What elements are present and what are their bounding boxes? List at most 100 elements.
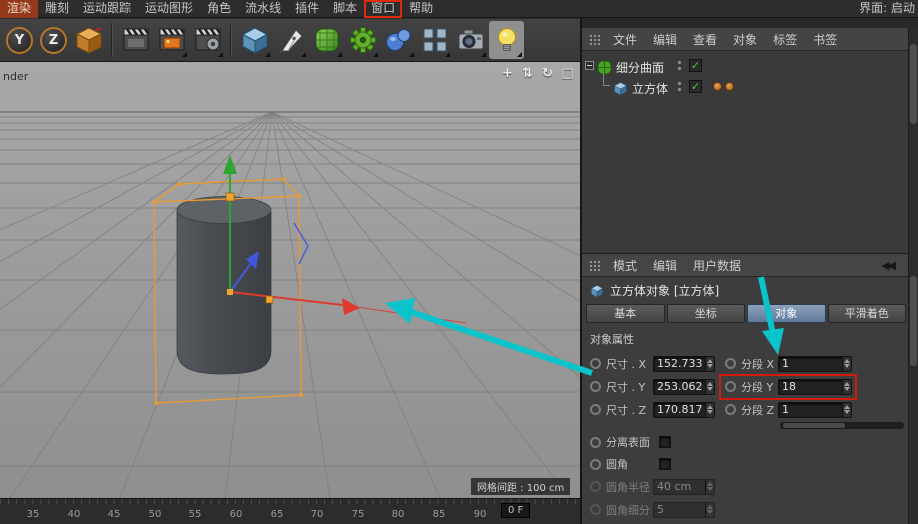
y-scale-handle[interactable] — [226, 193, 234, 201]
enable-checkbox[interactable]: ✓ — [689, 80, 702, 93]
toggle-view-icon[interactable]: □ — [560, 66, 575, 82]
om-menu-edit[interactable]: 编辑 — [645, 31, 685, 48]
stepper[interactable] — [842, 380, 851, 394]
render-picture-viewer-button[interactable] — [154, 21, 189, 59]
timeline-ruler[interactable]: 35 40 45 50 55 60 65 70 75 80 85 90 95 0… — [0, 498, 580, 524]
keyframe-dot[interactable] — [725, 404, 736, 415]
menu-item-motion-tracker[interactable]: 运动跟踪 — [76, 0, 138, 18]
menu-item-character[interactable]: 角色 — [200, 0, 238, 18]
x-scale-handle[interactable] — [266, 296, 273, 303]
coordinate-system-button[interactable] — [71, 21, 106, 59]
render-picture-viewer-icon — [157, 25, 187, 55]
stepper[interactable] — [705, 380, 714, 394]
expander-icon[interactable] — [585, 61, 594, 70]
am-menu-mode[interactable]: 模式 — [605, 257, 645, 274]
render-settings-button[interactable] — [190, 21, 225, 59]
enable-checkbox[interactable]: ✓ — [689, 59, 702, 72]
axis-z-lock-button[interactable]: Z — [40, 27, 67, 54]
metaball-button[interactable] — [381, 21, 416, 59]
scroll-row — [582, 421, 908, 431]
menu-item-render[interactable]: 渲染 — [0, 0, 38, 18]
menu-item-pipeline[interactable]: 流水线 — [238, 0, 288, 18]
horizontal-scrollbar[interactable] — [780, 422, 904, 429]
segments-x-input[interactable]: 1 — [778, 356, 852, 372]
menu-item-sculpt[interactable]: 雕刻 — [38, 0, 76, 18]
am-menu-user-data[interactable]: 用户数据 — [685, 257, 749, 274]
axis-y-lock-button[interactable]: Y — [6, 27, 33, 54]
tab-basic[interactable]: 基本 — [586, 304, 665, 323]
menu-item-mograph[interactable]: 运动图形 — [138, 0, 200, 18]
render-view-button[interactable] — [118, 21, 153, 59]
property-row-fillet-radius: 圆角半径 40 cm — [582, 475, 908, 498]
panel-grip-icon[interactable] — [589, 34, 600, 45]
vertical-scrollbar[interactable] — [908, 28, 918, 524]
section-object-properties[interactable]: 对象属性 — [590, 331, 634, 347]
ruler-tick: 55 — [182, 509, 208, 520]
fillet-checkbox[interactable] — [659, 458, 671, 470]
stepper[interactable] — [842, 403, 851, 417]
segments-z-input[interactable]: 1 — [778, 402, 852, 418]
object-row-subdivision-surface[interactable]: 细分曲面 — [597, 59, 664, 75]
object-tree[interactable]: 细分曲面 立方体 ✓ ✓ — [582, 51, 908, 253]
keyframe-dot[interactable] — [590, 381, 601, 392]
tab-object[interactable]: 对象 — [747, 304, 826, 323]
pan-icon[interactable]: + — [500, 66, 515, 82]
add-cube-button[interactable] — [237, 21, 272, 59]
menu-item-plugins[interactable]: 插件 — [288, 0, 326, 18]
size-y-input[interactable]: 253.062 c — [653, 379, 715, 395]
interface-selector[interactable]: 界面: 启动 — [856, 0, 918, 18]
property-label: 分段 Z — [736, 402, 778, 418]
tree-connector — [603, 85, 610, 86]
tab-phong[interactable]: 平滑着色 — [828, 304, 907, 323]
array-button[interactable] — [417, 21, 452, 59]
ruler-tick: 45 — [101, 509, 127, 520]
tab-coordinates[interactable]: 坐标 — [667, 304, 746, 323]
tag-dot[interactable] — [713, 82, 722, 91]
om-menu-file[interactable]: 文件 — [605, 31, 645, 48]
keyframe-dot[interactable] — [725, 358, 736, 369]
menu-item-help[interactable]: 帮助 — [402, 0, 440, 18]
segments-y-input[interactable]: 18 — [778, 379, 852, 395]
stepper[interactable] — [705, 357, 714, 371]
keyframe-dot[interactable] — [725, 381, 736, 392]
axis-y-label: Y — [15, 33, 24, 48]
keyframe-dot[interactable] — [590, 459, 601, 470]
rotate-icon[interactable]: ↻ — [540, 66, 555, 82]
viewport-menu-label[interactable]: nder — [3, 70, 28, 83]
am-menu-edit[interactable]: 编辑 — [645, 257, 685, 274]
separate-surfaces-checkbox[interactable] — [659, 436, 671, 448]
subdivision-surface-button[interactable] — [309, 21, 344, 59]
om-menu-tags[interactable]: 标签 — [765, 31, 805, 48]
visibility-dots[interactable] — [674, 59, 684, 73]
viewport[interactable]: nder + ⇅ ↻ □ 网格间距 : 100 cm — [0, 62, 580, 498]
om-menu-view[interactable]: 查看 — [685, 31, 725, 48]
attribute-menu: 模式 编辑 用户数据 ◀◀ — [582, 254, 908, 277]
keyframe-dot[interactable] — [590, 404, 601, 415]
stepper[interactable] — [842, 357, 851, 371]
object-row-cube[interactable]: 立方体 — [613, 80, 668, 96]
keyframe-dot[interactable] — [590, 358, 601, 369]
size-z-input[interactable]: 170.817 c — [653, 402, 715, 418]
menu-item-script[interactable]: 脚本 — [326, 0, 364, 18]
panel-grip-icon[interactable] — [589, 260, 600, 271]
om-menu-bookmarks[interactable]: 书签 — [805, 31, 845, 48]
dolly-icon[interactable]: ⇅ — [520, 66, 535, 82]
axis-z-label: Z — [49, 33, 58, 48]
cube-object[interactable] — [177, 197, 271, 375]
om-menu-objects[interactable]: 对象 — [725, 31, 765, 48]
current-frame-indicator[interactable]: 0 F — [501, 503, 530, 518]
toolbar: Y Z — [0, 19, 580, 62]
visibility-dots[interactable] — [674, 80, 684, 94]
object-title-text: 立方体对象 [立方体] — [610, 282, 719, 299]
stepper[interactable] — [705, 403, 714, 417]
light-button[interactable] — [489, 21, 524, 59]
keyframe-dot[interactable] — [590, 437, 601, 448]
camera-button[interactable] — [453, 21, 488, 59]
panel-collapse-arrows-icon[interactable]: ◀◀ — [881, 259, 908, 272]
size-x-input[interactable]: 152.733 c — [653, 356, 715, 372]
menu-item-window[interactable]: 窗口 — [364, 0, 402, 18]
generator-button[interactable] — [345, 21, 380, 59]
spline-pen-button[interactable] — [273, 21, 308, 59]
gizmo-center[interactable] — [227, 289, 233, 295]
tag-dot[interactable] — [725, 82, 734, 91]
